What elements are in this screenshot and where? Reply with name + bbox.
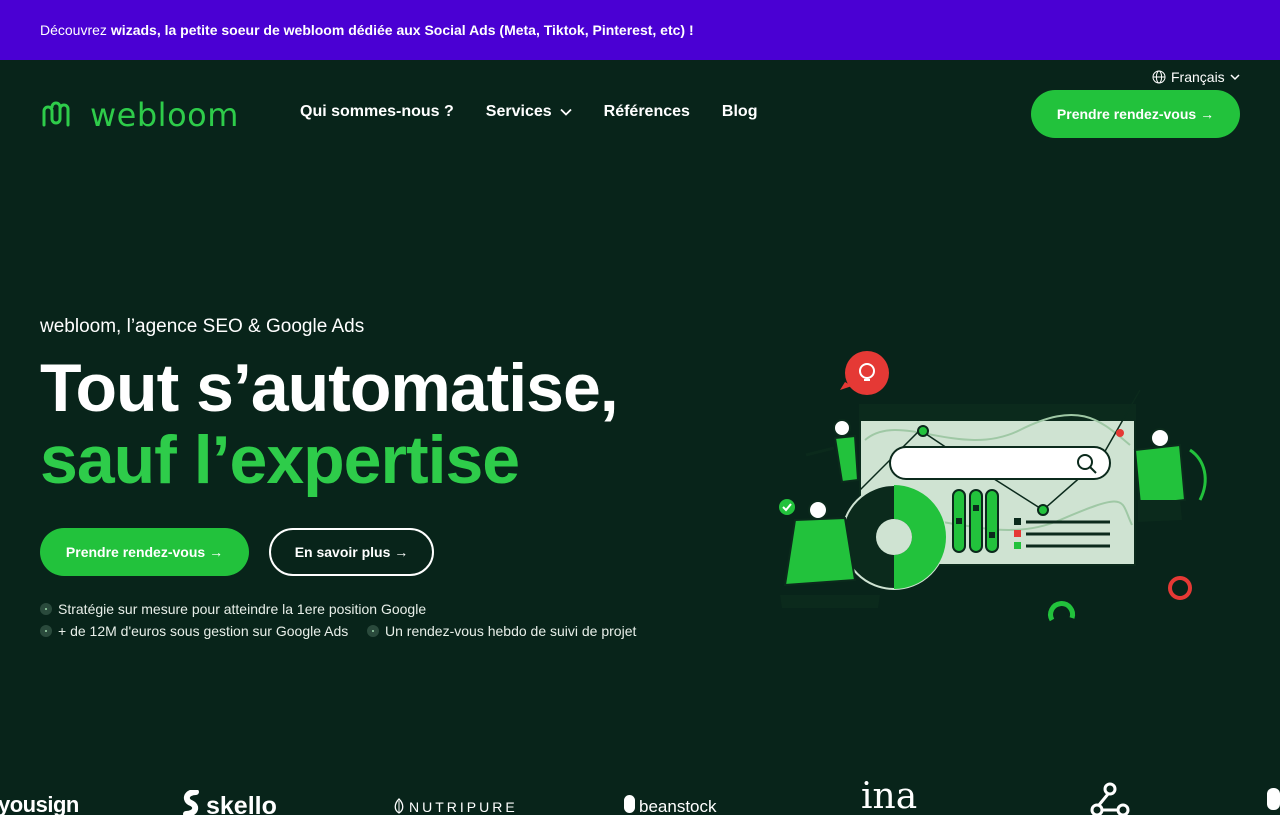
hero-title-line2: sauf l’expertise [40, 422, 520, 498]
client-logo-network-icon [1090, 782, 1130, 815]
feature-text: + de 12M d'euros sous gestion sur Google… [58, 623, 349, 639]
chevron-down-icon [1230, 73, 1240, 81]
nav-about-label: Qui sommes-nous ? [300, 103, 454, 120]
client-logo-yousign: yousign [0, 792, 79, 815]
language-label: Français [1171, 69, 1225, 85]
main-nav: Qui sommes-nous ? Services Références Bl… [300, 103, 757, 121]
client-logo-partial-icon [1267, 788, 1280, 815]
nav-services-label: Services [485, 103, 552, 120]
logo-wordmark: webloom [90, 96, 239, 134]
feature-item: + de 12M d'euros sous gestion sur Google… [40, 623, 348, 639]
nav-blog[interactable]: Blog [722, 103, 758, 121]
language-selector[interactable]: Français [1152, 69, 1240, 85]
nav-about[interactable]: Qui sommes-nous ? [300, 103, 454, 121]
hero-illustration [760, 350, 1230, 630]
banner-lead-text: Découvrez [40, 22, 107, 38]
feature-text: Un rendez-vous hebdo de suivi de projet [385, 623, 637, 639]
client-logo-beanstock: beanstock [639, 797, 717, 815]
nav-references[interactable]: Références [604, 103, 690, 121]
site-logo[interactable]: webloom [40, 96, 239, 134]
feature-item: Stratégie sur mesure pour atteindre la 1… [40, 601, 426, 617]
lightbulb-icon [840, 351, 889, 395]
hero-title: Tout s’automatise, sauf l’expertise [40, 350, 619, 498]
feature-text: Stratégie sur mesure pour atteindre la 1… [58, 601, 427, 617]
hero-appointment-button[interactable]: Prendre rendez-vous → [40, 528, 249, 576]
bullet-icon [367, 625, 379, 637]
announcement-banner[interactable]: Découvrez wizads, la petite soeur de web… [0, 0, 1280, 60]
webloom-logo-icon [40, 97, 72, 134]
leaf-icon [393, 798, 405, 815]
nav-blog-label: Blog [721, 103, 758, 120]
bean-icon [623, 794, 636, 815]
bullet-icon [40, 625, 52, 637]
hero-title-line1: Tout s’automatise, [40, 350, 619, 426]
chevron-down-icon [560, 103, 572, 121]
nav-services[interactable]: Services [486, 103, 572, 121]
hero-learn-more-button[interactable]: En savoir plus → [269, 528, 434, 576]
skello-mark-icon [180, 789, 202, 815]
nav-references-label: Références [603, 103, 690, 120]
header-cta-button[interactable]: Prendre rendez-vous → [1031, 90, 1240, 138]
client-logo-skello: skello [206, 792, 277, 815]
client-logo-ina: ina [861, 776, 918, 815]
globe-icon [1152, 70, 1166, 84]
bullet-icon [40, 603, 52, 615]
feature-item: Un rendez-vous hebdo de suivi de projet [367, 623, 636, 639]
client-logo-nutripure: NUTRIPURE [409, 799, 518, 815]
client-logos-strip: yousign skello NUTRIPURE beanstock ina [0, 770, 1280, 815]
banner-link-text[interactable]: wizads, la petite soeur de webloom dédié… [111, 22, 694, 38]
hero-eyebrow: webloom, l’agence SEO & Google Ads [40, 316, 365, 337]
